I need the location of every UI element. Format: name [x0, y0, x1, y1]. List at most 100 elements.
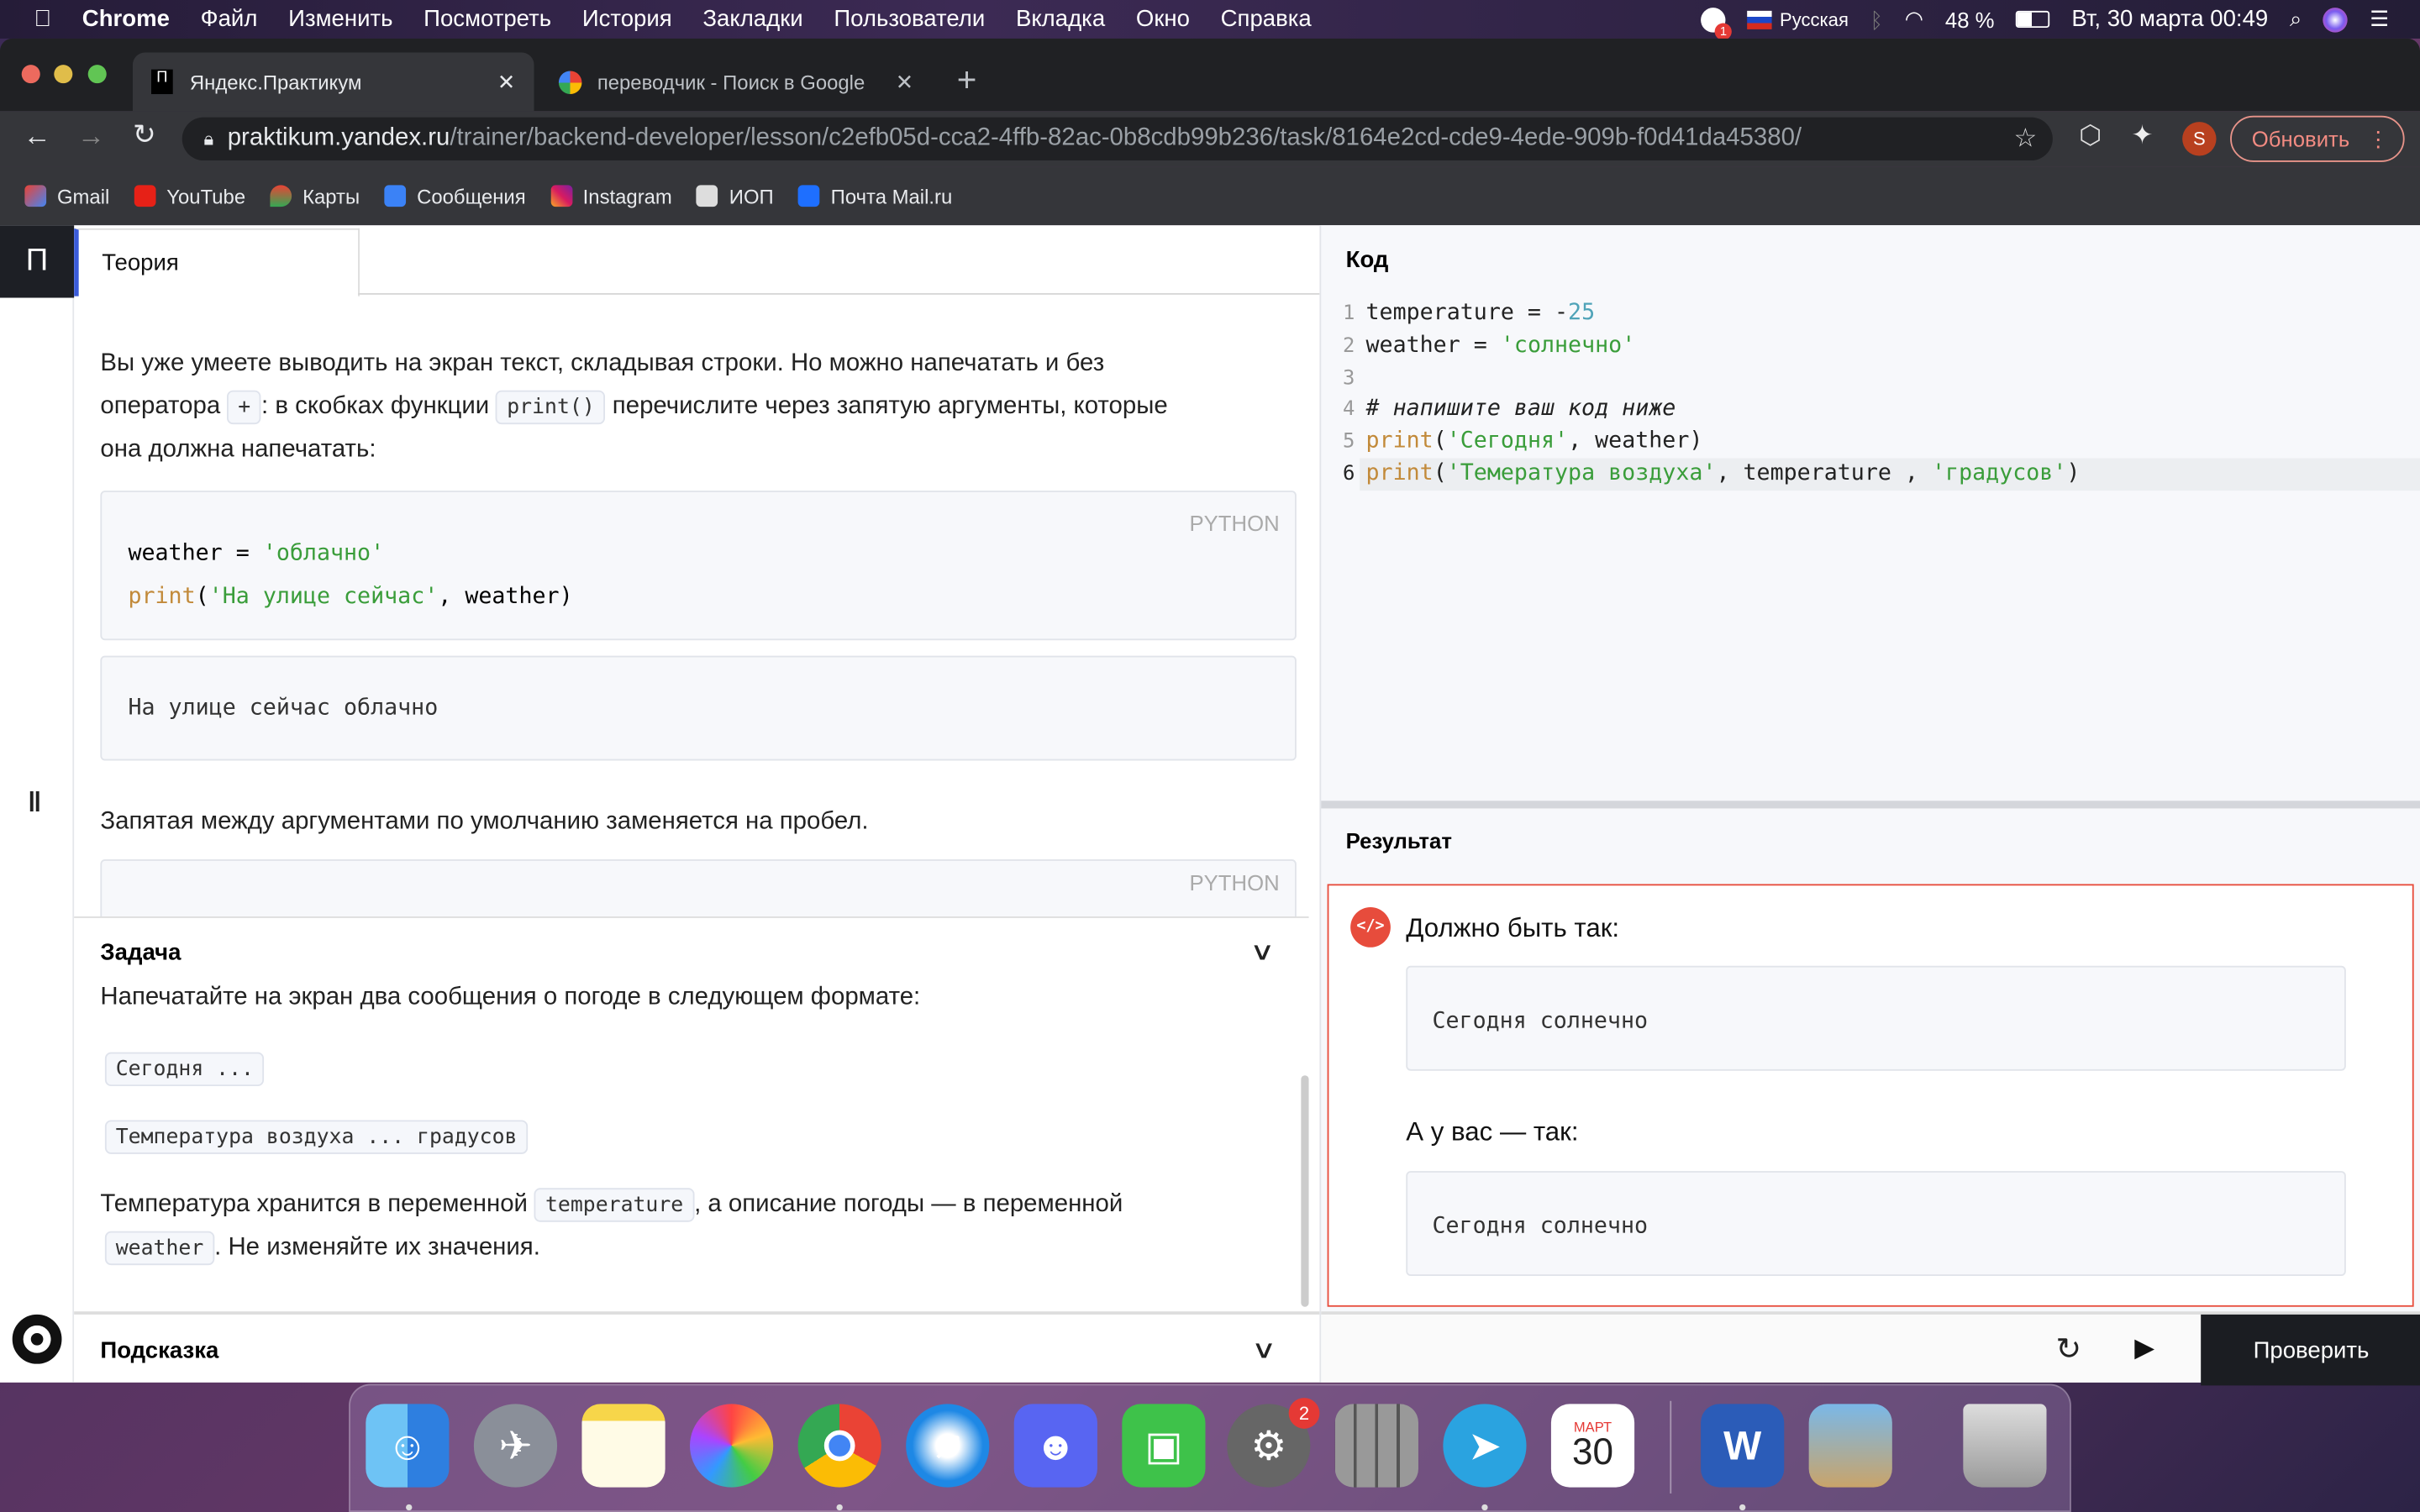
clock[interactable]: Вт, 30 марта 00:49	[2071, 6, 2268, 32]
chat-icon[interactable]	[12, 1314, 62, 1364]
bluetooth-icon[interactable]: ᛒ	[1870, 7, 1883, 31]
bookmark-label: Gmail	[56, 184, 110, 208]
chevron-down-icon[interactable]: ∨	[1249, 937, 1275, 968]
bookmark-messages[interactable]: Сообщения	[384, 184, 526, 208]
bookmark-mail-ru[interactable]: Почта Mail.ru	[798, 184, 952, 207]
back-icon[interactable]: ←	[24, 120, 51, 153]
text: Температура хранится в переменной	[100, 1190, 528, 1218]
menu-users[interactable]: Пользователи	[834, 6, 985, 32]
format-line-2: Температура воздуха ... градусов	[104, 1120, 529, 1154]
scrollbar[interactable]	[1301, 1075, 1309, 1307]
address-bar[interactable]: 🔒︎ praktikum.yandex.ru/trainer/backend-d…	[182, 117, 2053, 161]
finder-icon[interactable]: ☺	[366, 1404, 450, 1488]
keyboard-label: Русская	[1780, 8, 1849, 30]
menu-tab[interactable]: Вкладка	[1016, 6, 1105, 32]
task-text: Напечатайте на экран два сообщения о пог…	[100, 984, 921, 1011]
siri-icon[interactable]	[2323, 7, 2349, 32]
menu-history[interactable]: История	[582, 6, 672, 32]
hint-section[interactable]: Подсказка ∨	[74, 1311, 1320, 1383]
reset-icon[interactable]: ↻	[2056, 1330, 2082, 1368]
menu-edit[interactable]: Изменить	[288, 6, 392, 32]
calendar-icon[interactable]: МАРТ 30	[1550, 1404, 1635, 1488]
lock-icon[interactable]: 🔒︎	[203, 128, 213, 151]
code: (	[195, 585, 209, 610]
code: 'На улице сейчас'	[208, 585, 439, 610]
more-menu-icon[interactable]: ⋮	[2368, 126, 2390, 152]
extensions-puzzle-icon[interactable]: ✦	[2132, 120, 2154, 151]
tab-title: Яндекс.Практикум	[189, 70, 362, 94]
maximize-window-button[interactable]	[87, 65, 107, 84]
result-box: </> Должно быть так: Сегодня солнечно А …	[1327, 884, 2414, 1307]
code-error-icon: </>	[1350, 907, 1391, 948]
chrome-icon[interactable]	[797, 1404, 881, 1488]
facetime-icon[interactable]: ▣	[1122, 1404, 1206, 1488]
text: перечислите через запятую аргументы, кот…	[612, 393, 1168, 420]
menu-app[interactable]: Chrome	[82, 6, 170, 32]
bookmark-gmail[interactable]: Gmail	[24, 184, 109, 207]
menu-view[interactable]: Посмотреть	[424, 6, 551, 32]
safari-icon[interactable]: ↗	[906, 1404, 990, 1488]
wifi-icon[interactable]: ◠	[1905, 6, 1923, 32]
calculator-icon[interactable]	[1334, 1404, 1418, 1488]
page-content: Π ‖ Теория Вы уже умеете выводить на экр…	[0, 225, 2420, 1386]
apple-icon[interactable]: 	[34, 6, 51, 32]
dock-separator	[1670, 1400, 1672, 1494]
telegram-icon[interactable]: ➤	[1443, 1404, 1527, 1488]
close-tab-icon[interactable]: ✕	[896, 69, 914, 95]
russian-flag-icon	[1747, 9, 1772, 29]
bookmark-iop[interactable]: ИОП	[697, 184, 774, 207]
control-center-icon[interactable]: ☰	[2370, 6, 2389, 32]
minimize-window-button[interactable]	[54, 65, 73, 84]
praktikum-logo[interactable]: Π	[0, 225, 75, 298]
check-button[interactable]: Проверить	[2201, 1314, 2420, 1386]
result-title: Результат	[1345, 828, 1452, 853]
panel-resize-handle[interactable]	[1321, 801, 2420, 809]
code-example: PYTHON	[100, 859, 1297, 921]
battery-icon[interactable]	[2016, 10, 2050, 29]
profile-avatar[interactable]: S	[2182, 122, 2217, 156]
preview-icon[interactable]	[1808, 1404, 1892, 1488]
bookmark-maps[interactable]: Карты	[270, 184, 360, 207]
word-icon[interactable]: W	[1701, 1404, 1785, 1488]
tab-google[interactable]: переводчик - Поиск в Google ✕	[540, 52, 933, 111]
chevron-down-icon[interactable]: ∨	[1251, 1335, 1276, 1366]
launchpad-icon[interactable]: ✈	[473, 1404, 558, 1488]
menu-help[interactable]: Справка	[1221, 6, 1312, 32]
code-editor[interactable]: 1 temperature = -25 2 weather = 'солнечн…	[1321, 297, 2420, 759]
check-label: Проверить	[2253, 1336, 2370, 1363]
menu-bookmarks[interactable]: Закладки	[702, 6, 802, 32]
reload-icon[interactable]: ↻	[133, 118, 156, 151]
inline-code: print()	[496, 390, 606, 425]
bookmark-label: Сообщения	[417, 184, 526, 208]
discord-icon[interactable]: ☻	[1013, 1404, 1097, 1488]
code: 'Темeратура воздуха'	[1446, 461, 1717, 486]
bookmark-star-icon[interactable]: ☆	[2013, 123, 2037, 155]
notes-icon[interactable]	[581, 1404, 666, 1488]
extension-cube-icon[interactable]: ⬡	[2079, 120, 2102, 151]
update-chrome-button[interactable]: Обновить ⋮	[2230, 115, 2405, 162]
close-window-button[interactable]	[21, 65, 40, 84]
tab-praktikum[interactable]: Π Яндекс.Практикум ✕	[132, 52, 534, 112]
menu-window[interactable]: Окно	[1136, 6, 1190, 32]
bookmark-youtube[interactable]: YouTube	[134, 184, 245, 207]
run-icon[interactable]: ▶	[2134, 1333, 2154, 1364]
code: , weather)	[1568, 428, 1703, 454]
running-indicator	[1481, 1504, 1488, 1511]
pause-icon[interactable]: ‖	[28, 787, 41, 820]
trash-icon[interactable]	[1963, 1404, 2047, 1488]
keyboard-layout[interactable]: Русская	[1747, 8, 1849, 30]
code-title: Код	[1345, 246, 1389, 274]
spotlight-search-icon[interactable]: ⌕	[2290, 6, 2302, 32]
tab-theory[interactable]: Теория	[74, 228, 360, 297]
notification-icon[interactable]: 1	[1701, 7, 1733, 39]
menu-file[interactable]: Файл	[201, 6, 258, 32]
bookmark-instagram[interactable]: Instagram	[550, 184, 672, 207]
new-tab-button[interactable]: +	[957, 60, 977, 101]
task-title[interactable]: Задача	[100, 940, 181, 966]
line-number: 3	[1342, 367, 1355, 391]
close-tab-icon[interactable]: ✕	[497, 69, 516, 95]
language-label: PYTHON	[1189, 510, 1280, 536]
forward-icon[interactable]: →	[77, 120, 105, 153]
photos-icon[interactable]	[690, 1404, 774, 1488]
google-favicon	[558, 70, 582, 94]
